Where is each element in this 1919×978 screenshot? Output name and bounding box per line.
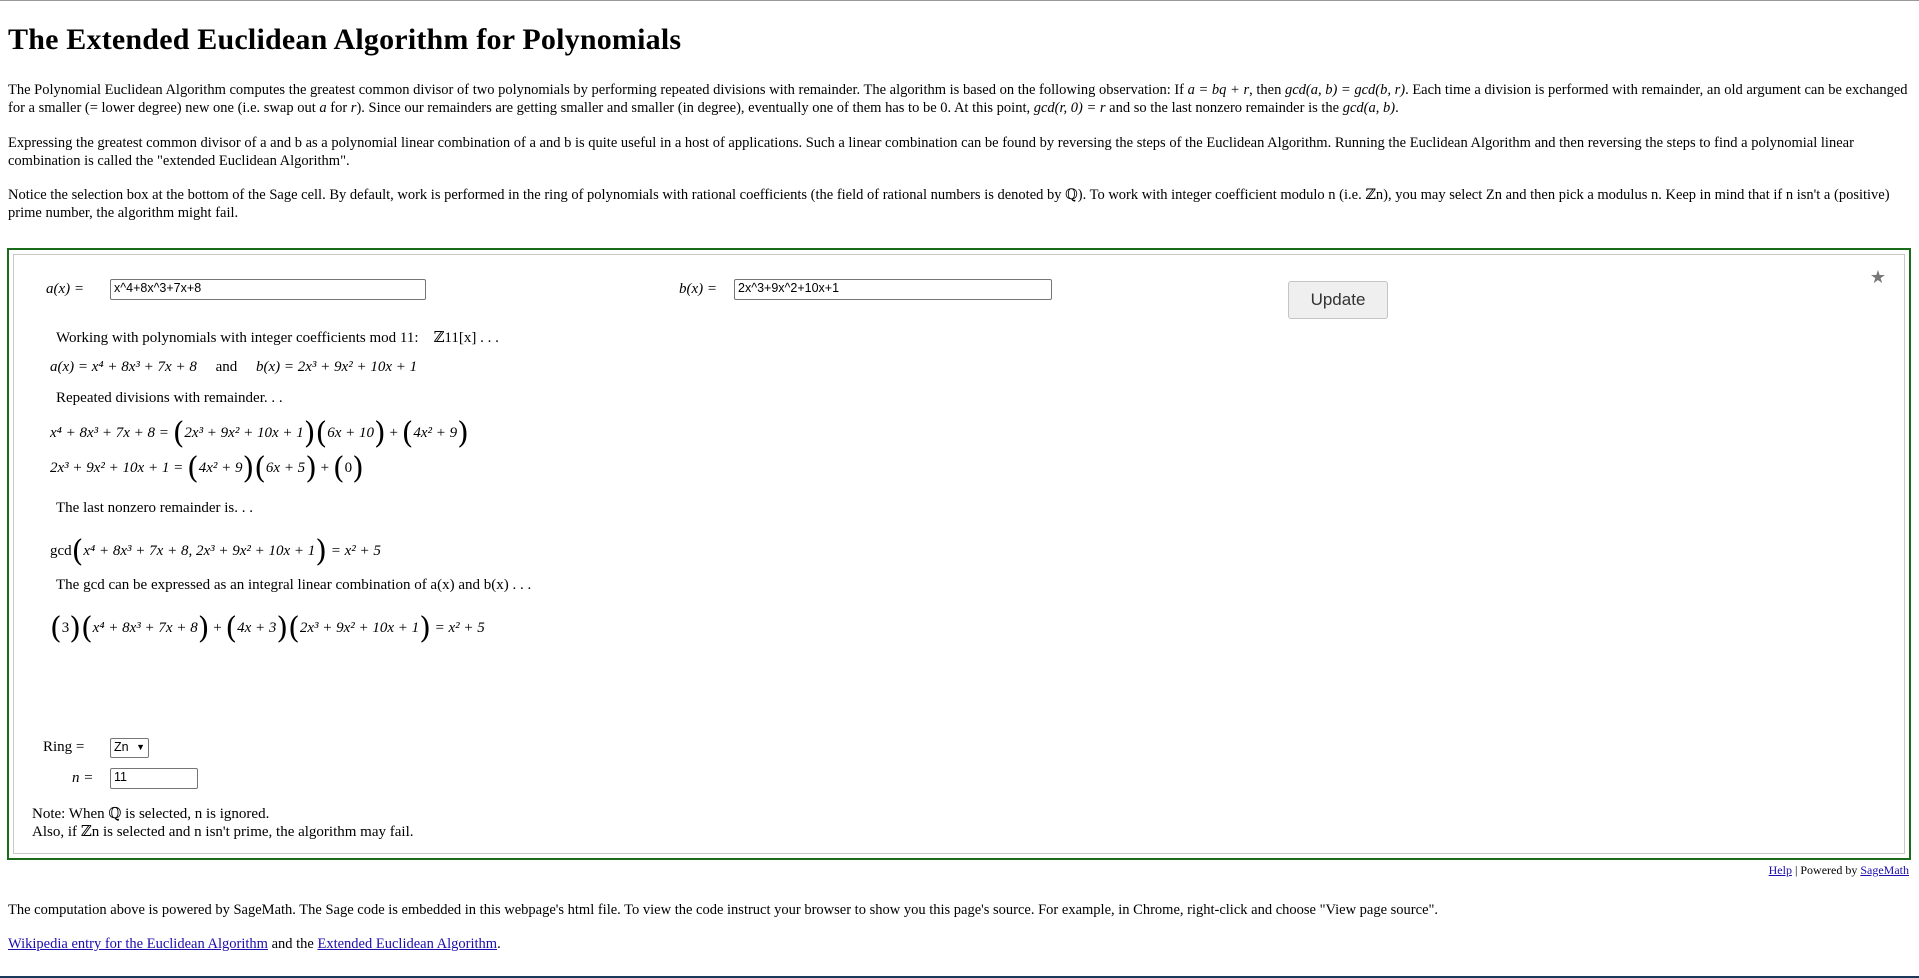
math-inline: a	[319, 100, 327, 116]
paren-open: (	[315, 416, 328, 451]
paren-open: (	[50, 611, 62, 646]
n-label: n =	[72, 770, 94, 786]
coefficient-2: 4x + 3	[237, 620, 277, 636]
divisor: 4x² + 9	[198, 460, 243, 476]
math-inline: 0	[940, 100, 948, 116]
a-label: a(x) =	[46, 281, 85, 297]
division-lhs: 2x³ + 9x² + 10x + 1 =	[50, 460, 184, 476]
division-step-1: x⁴ + 8x³ + 7x + 8 = (2x³ + 9x² + 10x + 1…	[50, 416, 469, 451]
gcd-arguments: x⁴ + 8x³ + 7x + 8, 2x³ + 9x² + 10x + 1	[83, 543, 316, 559]
math-inline: gcd(a, b)	[1342, 100, 1396, 116]
chevron-down-icon: ▼	[136, 742, 145, 752]
division-step-2: 2x³ + 9x² + 10x + 1 = (4x² + 9)(6x + 5) …	[50, 451, 364, 486]
gcd-result: = x² + 5	[330, 543, 381, 559]
gcd-word: gcd	[50, 543, 72, 559]
working-text: Working with polynomials with integer co…	[56, 330, 419, 346]
ring-label: Ring =	[43, 739, 85, 755]
paren-close: )	[197, 611, 210, 646]
gcd-line: gcd(x⁴ + 8x³ + 7x + 8, 2x³ + 9x² + 10x +…	[50, 534, 381, 569]
ring-select[interactable]: Zn ▼	[110, 738, 149, 758]
paren-close: )	[303, 416, 316, 451]
sage-cell-output: ★ a(x) = x^4+8x^3+7x+8 b(x) = 2x^3+9x^2+…	[13, 254, 1905, 854]
and-the-text: and the	[267, 936, 318, 952]
divisor: 2x³ + 9x² + 10x + 1	[184, 425, 304, 441]
lincomb-line: (3)(x⁴ + 8x³ + 7x + 8) + (4x + 3)(2x³ + …	[50, 611, 485, 646]
sage-cell: ★ a(x) = x^4+8x^3+7x+8 b(x) = 2x^3+9x^2+…	[7, 248, 1911, 860]
paren-open: (	[80, 611, 93, 646]
paren-open: (	[332, 451, 345, 486]
a-input[interactable]: x^4+8x^3+7x+8	[110, 279, 426, 300]
help-link[interactable]: Help	[1769, 863, 1792, 877]
paren-close: )	[419, 611, 431, 646]
extended-euclidean-link[interactable]: Extended Euclidean Algorithm	[317, 936, 497, 952]
paren-close: )	[305, 451, 317, 486]
polynomial-b: 2x³ + 9x² + 10x + 1	[299, 620, 420, 636]
paren-open: (	[172, 416, 185, 451]
working-line: Working with polynomials with integer co…	[56, 328, 499, 347]
intro-text: . At this point,	[947, 100, 1034, 116]
paren-close: )	[457, 416, 469, 451]
intro-paragraph-1: The Polynomial Euclidean Algorithm compu…	[8, 81, 1908, 117]
paren-open: (	[186, 451, 199, 486]
repeated-divisions-text: Repeated divisions with remainder. . .	[56, 390, 283, 406]
intro-text: , then	[1249, 82, 1285, 98]
wikipedia-link[interactable]: Wikipedia entry for the Euclidean Algori…	[8, 936, 268, 952]
n-input[interactable]: 11	[110, 768, 198, 789]
note-line-1: Note: When ℚ is selected, n is ignored.	[32, 806, 270, 822]
b-label: b(x) =	[679, 281, 718, 297]
paren-close: )	[373, 416, 386, 451]
intro-text: .	[1395, 100, 1399, 116]
paren-close: )	[352, 451, 364, 486]
paren-close: )	[276, 611, 289, 646]
b-definition: b(x) = 2x³ + 9x² + 10x + 1	[256, 359, 418, 375]
paren-close: )	[315, 534, 327, 569]
links-paragraph: Wikipedia entry for the Euclidean Algori…	[8, 935, 1908, 953]
computation-note: The computation above is powered by Sage…	[8, 902, 1439, 918]
math-inline: gcd(a, b) = gcd(b, r)	[1284, 82, 1406, 98]
ring-name: ℤ11[x] . . .	[433, 330, 499, 346]
paren-close: )	[69, 611, 81, 646]
paren-open: (	[254, 451, 266, 486]
intro-paragraph-3: Notice the selection box at the bottom o…	[8, 187, 1890, 221]
polynomial-a: x⁴ + 8x³ + 7x + 8	[92, 620, 198, 636]
powered-by-text: | Powered by	[1791, 863, 1861, 877]
intro-paragraph-2: Expressing the greatest common divisor o…	[8, 135, 1854, 169]
remainder: 4x² + 9	[413, 425, 458, 441]
lincomb-result: = x² + 5	[434, 620, 485, 636]
math-inline: gcd(r, 0) = r	[1033, 100, 1106, 116]
star-icon[interactable]: ★	[1870, 267, 1886, 288]
paren-close: )	[242, 451, 255, 486]
intro-text: ). Since our remainders are getting smal…	[356, 100, 941, 116]
and-text: and	[215, 359, 238, 375]
a-definition: a(x) = x⁴ + 8x³ + 7x + 8	[50, 359, 197, 375]
quotient: 6x + 5	[265, 460, 306, 476]
quotient: 6x + 10	[327, 425, 374, 441]
paren-open: (	[71, 534, 84, 569]
paren-open: (	[288, 611, 300, 646]
period-text: .	[497, 936, 501, 952]
sagemath-link[interactable]: SageMath	[1860, 863, 1909, 877]
last-nonzero-text: The last nonzero remainder is. . .	[56, 500, 254, 516]
b-input[interactable]: 2x^3+9x^2+10x+1	[734, 279, 1052, 300]
intro-text: The Polynomial Euclidean Algorithm compu…	[8, 82, 1188, 98]
sage-footer: Help | Powered by SageMath	[1769, 863, 1909, 878]
ring-select-value: Zn	[114, 740, 129, 754]
page-title: The Extended Euclidean Algorithm for Pol…	[8, 23, 682, 56]
paren-open: (	[225, 611, 238, 646]
paren-open: (	[401, 416, 414, 451]
note-line-2: Also, if ℤn is selected and n isn't prim…	[32, 824, 414, 840]
intro-text: and so the last nonzero remainder is the	[1105, 100, 1343, 116]
remainder: 0	[344, 460, 353, 476]
lincomb-text: The gcd can be expressed as an integral …	[56, 577, 532, 593]
division-lhs: x⁴ + 8x³ + 7x + 8 =	[50, 425, 169, 441]
intro-text: for	[326, 100, 351, 116]
update-button[interactable]: Update	[1288, 281, 1388, 319]
ab-definition-line: a(x) = x⁴ + 8x³ + 7x + 8 and b(x) = 2x³ …	[50, 359, 417, 376]
math-inline: a = bq + r	[1187, 82, 1250, 98]
